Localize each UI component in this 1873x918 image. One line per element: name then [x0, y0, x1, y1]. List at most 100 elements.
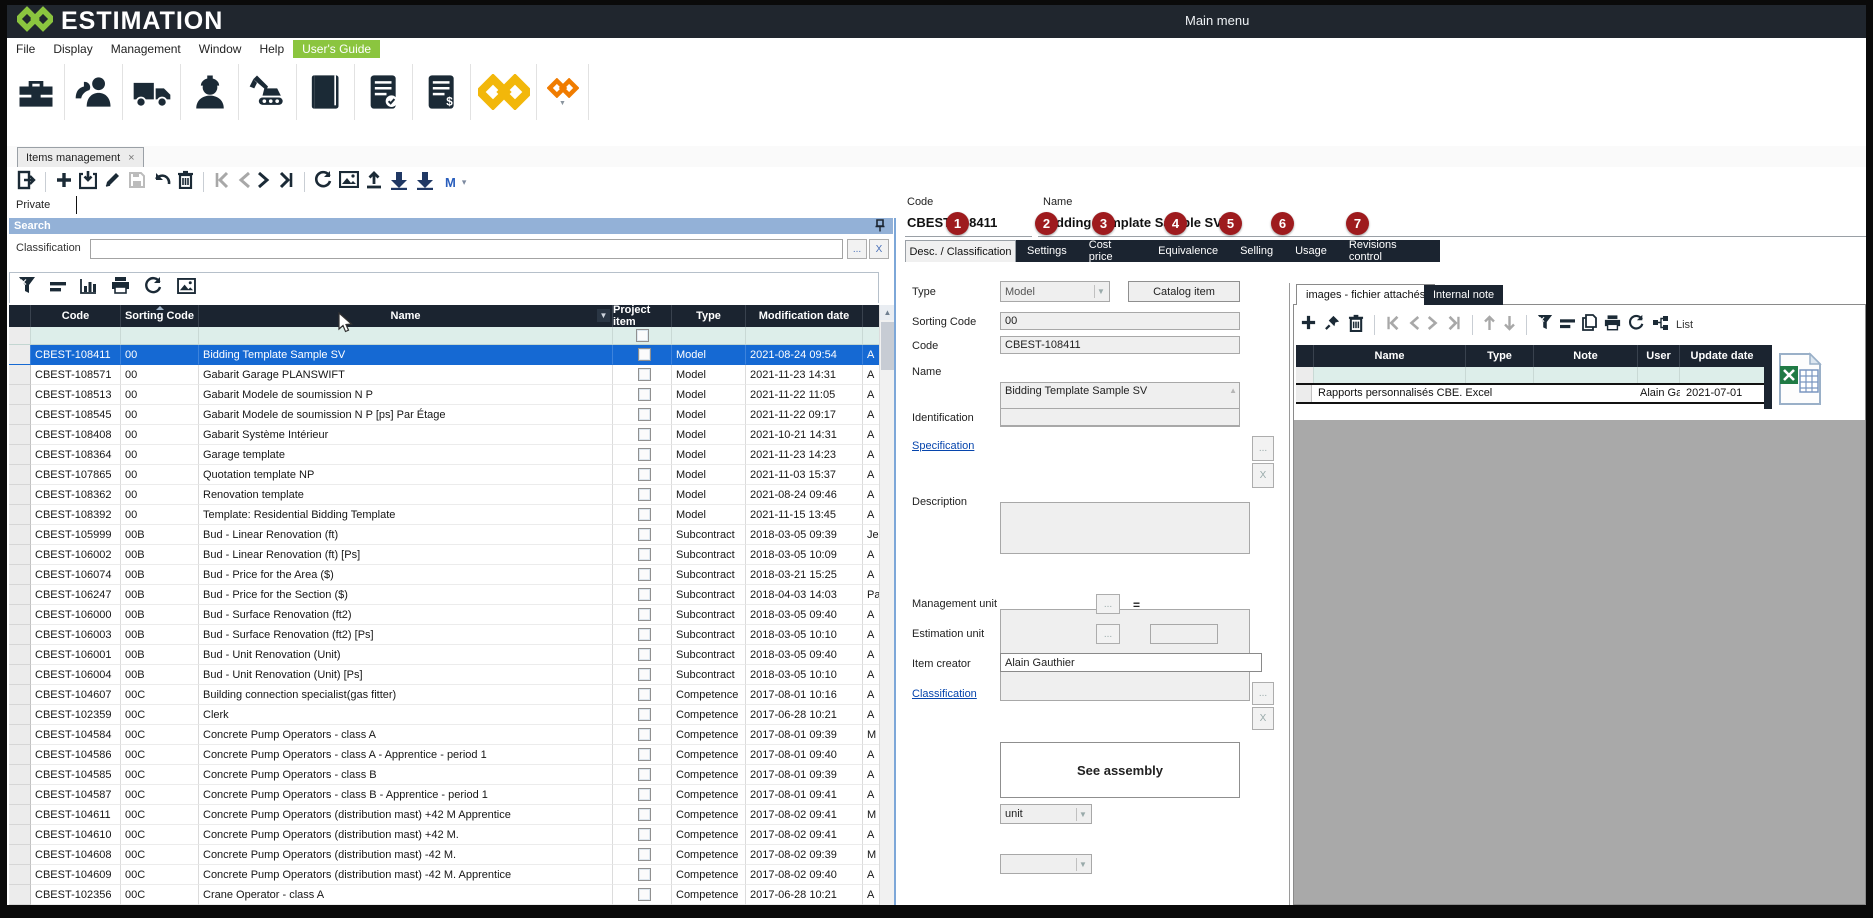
row-selector[interactable]	[9, 785, 31, 805]
estimation-unit-factor-input[interactable]	[1150, 624, 1218, 644]
import-icon[interactable]	[79, 170, 97, 195]
project-item-checkbox[interactable]	[638, 528, 651, 541]
sorting-code-input[interactable]: 00	[1000, 312, 1240, 330]
menu-file[interactable]: File	[7, 40, 44, 58]
edit-icon[interactable]	[103, 170, 122, 194]
row-selector[interactable]	[1296, 385, 1312, 402]
project-item-checkbox[interactable]	[638, 628, 651, 641]
next-record-icon[interactable]	[257, 171, 271, 194]
table-row[interactable]: CBEST-106074 00B Bud - Price for the Are…	[9, 565, 879, 585]
row-selector[interactable]	[9, 725, 31, 745]
row-selector[interactable]	[9, 405, 31, 425]
table-row[interactable]: CBEST-106247 00B Bud - Price for the Sec…	[9, 585, 879, 605]
project-item-checkbox[interactable]	[638, 868, 651, 881]
next-record-icon[interactable]	[1427, 315, 1439, 336]
menu-users-guide[interactable]: User's Guide	[293, 40, 380, 58]
chevron-down-icon[interactable]: ▾	[462, 177, 467, 188]
row-selector[interactable]	[9, 665, 31, 685]
table-row[interactable]: CBEST-108571 00 Gabarit Garage PLANSWIFT…	[9, 365, 879, 385]
row-selector[interactable]	[9, 765, 31, 785]
refresh-icon[interactable]	[1628, 314, 1645, 336]
summary-icon[interactable]	[50, 279, 66, 297]
table-row[interactable]: CBEST-108364 00 Garage template Model 20…	[9, 445, 879, 465]
classification-input[interactable]	[90, 239, 843, 259]
code-input[interactable]: CBEST-108411	[1000, 336, 1240, 354]
project-item-checkbox[interactable]	[638, 488, 651, 501]
table-row[interactable]: CBEST-102356 00C Crane Operator - class …	[9, 885, 879, 905]
tab-usage[interactable]: Usage	[1284, 245, 1338, 257]
tree-view-icon[interactable]	[1652, 315, 1669, 336]
excavator-button[interactable]	[239, 64, 297, 120]
specification-link[interactable]: Specification	[912, 440, 974, 452]
menu-management[interactable]: Management	[102, 40, 190, 58]
estimation-unit-browse-button[interactable]: ...	[1096, 624, 1120, 644]
table-row[interactable]: CBEST-108411 00 Bidding Template Sample …	[9, 345, 879, 365]
project-item-checkbox[interactable]	[638, 368, 651, 381]
menu-window[interactable]: Window	[190, 40, 251, 58]
row-selector[interactable]	[9, 685, 31, 705]
attachment-row[interactable]: Rapports personnalisés CBE. Excel Alain …	[1296, 383, 1764, 404]
table-row[interactable]: CBEST-105999 00B Bud - Linear Renovation…	[9, 525, 879, 545]
table-row[interactable]: CBEST-106002 00B Bud - Linear Renovation…	[9, 545, 879, 565]
header-project-item[interactable]: Project item	[613, 305, 672, 327]
last-record-icon[interactable]	[1446, 315, 1462, 336]
filter-icon[interactable]	[1537, 314, 1553, 336]
project-item-checkbox[interactable]	[638, 848, 651, 861]
row-selector[interactable]	[9, 605, 31, 625]
project-item-checkbox[interactable]	[638, 768, 651, 781]
excel-file-icon[interactable]	[1778, 352, 1822, 411]
row-selector[interactable]	[9, 885, 31, 905]
tab-internal-note[interactable]: Internal note	[1424, 285, 1503, 305]
row-selector[interactable]	[9, 865, 31, 885]
move-down-icon[interactable]	[1503, 315, 1516, 336]
exit-icon[interactable]	[16, 170, 36, 195]
row-selector[interactable]	[9, 585, 31, 605]
project-item-checkbox[interactable]	[638, 448, 651, 461]
tab-settings[interactable]: Settings	[1016, 245, 1078, 257]
table-row[interactable]: CBEST-108513 00 Gabarit Modele de soumis…	[9, 385, 879, 405]
tab-desc-classification[interactable]: Desc. / Classification	[905, 240, 1016, 262]
scrollbar-thumb[interactable]	[881, 322, 894, 370]
project-item-checkbox[interactable]	[638, 348, 651, 361]
filter-icon[interactable]	[18, 276, 36, 300]
project-item-checkbox[interactable]	[638, 788, 651, 801]
header-type[interactable]: Type	[1466, 345, 1534, 367]
panel-splitter[interactable]	[894, 218, 896, 905]
image-icon[interactable]	[177, 278, 196, 299]
table-row[interactable]: CBEST-104611 00C Concrete Pump Operators…	[9, 805, 879, 825]
header-update-date[interactable]: Update date	[1680, 345, 1764, 367]
management-unit-browse-button[interactable]: ...	[1096, 594, 1120, 614]
table-row[interactable]: CBEST-108408 00 Gabarit Système Intérieu…	[9, 425, 879, 445]
catalog-item-button[interactable]: Catalog item	[1128, 281, 1240, 302]
first-record-icon[interactable]	[1385, 315, 1401, 336]
table-row[interactable]: CBEST-104586 00C Concrete Pump Operators…	[9, 745, 879, 765]
scroll-up-icon[interactable]: ▲	[880, 305, 895, 320]
tab-items-management[interactable]: Items management ×	[17, 147, 144, 167]
classification-clear-button[interactable]: X	[869, 239, 889, 259]
filter-checkbox[interactable]	[636, 329, 649, 342]
row-selector[interactable]	[9, 745, 31, 765]
header-sorting-code[interactable]: Sorting Code	[121, 305, 199, 327]
management-unit-select[interactable]: unit▼	[1000, 804, 1092, 824]
header-user[interactable]	[863, 305, 879, 327]
document-invoice-button[interactable]: $	[413, 64, 471, 120]
project-item-checkbox[interactable]	[638, 588, 651, 601]
row-selector[interactable]	[9, 545, 31, 565]
chart-icon[interactable]	[80, 278, 97, 299]
specification-browse-button[interactable]: ...	[1252, 436, 1274, 461]
undo-icon[interactable]	[152, 171, 171, 194]
row-selector[interactable]	[9, 385, 31, 405]
project-item-checkbox[interactable]	[638, 828, 651, 841]
header-user[interactable]: User	[1638, 345, 1680, 367]
image-icon[interactable]	[339, 171, 359, 193]
close-icon[interactable]: ×	[128, 152, 134, 164]
project-item-checkbox[interactable]	[638, 648, 651, 661]
items-table-scrollbar[interactable]: ▲	[879, 305, 894, 905]
table-row[interactable]: CBEST-104609 00C Concrete Pump Operators…	[9, 865, 879, 885]
tab-revisions-control[interactable]: Revisions control	[1338, 239, 1440, 263]
download-icon[interactable]	[389, 170, 409, 195]
header-type[interactable]: Type	[672, 305, 746, 327]
document-check-button[interactable]	[355, 64, 413, 120]
tab-selling[interactable]: Selling	[1229, 245, 1284, 257]
first-record-icon[interactable]	[213, 171, 231, 194]
